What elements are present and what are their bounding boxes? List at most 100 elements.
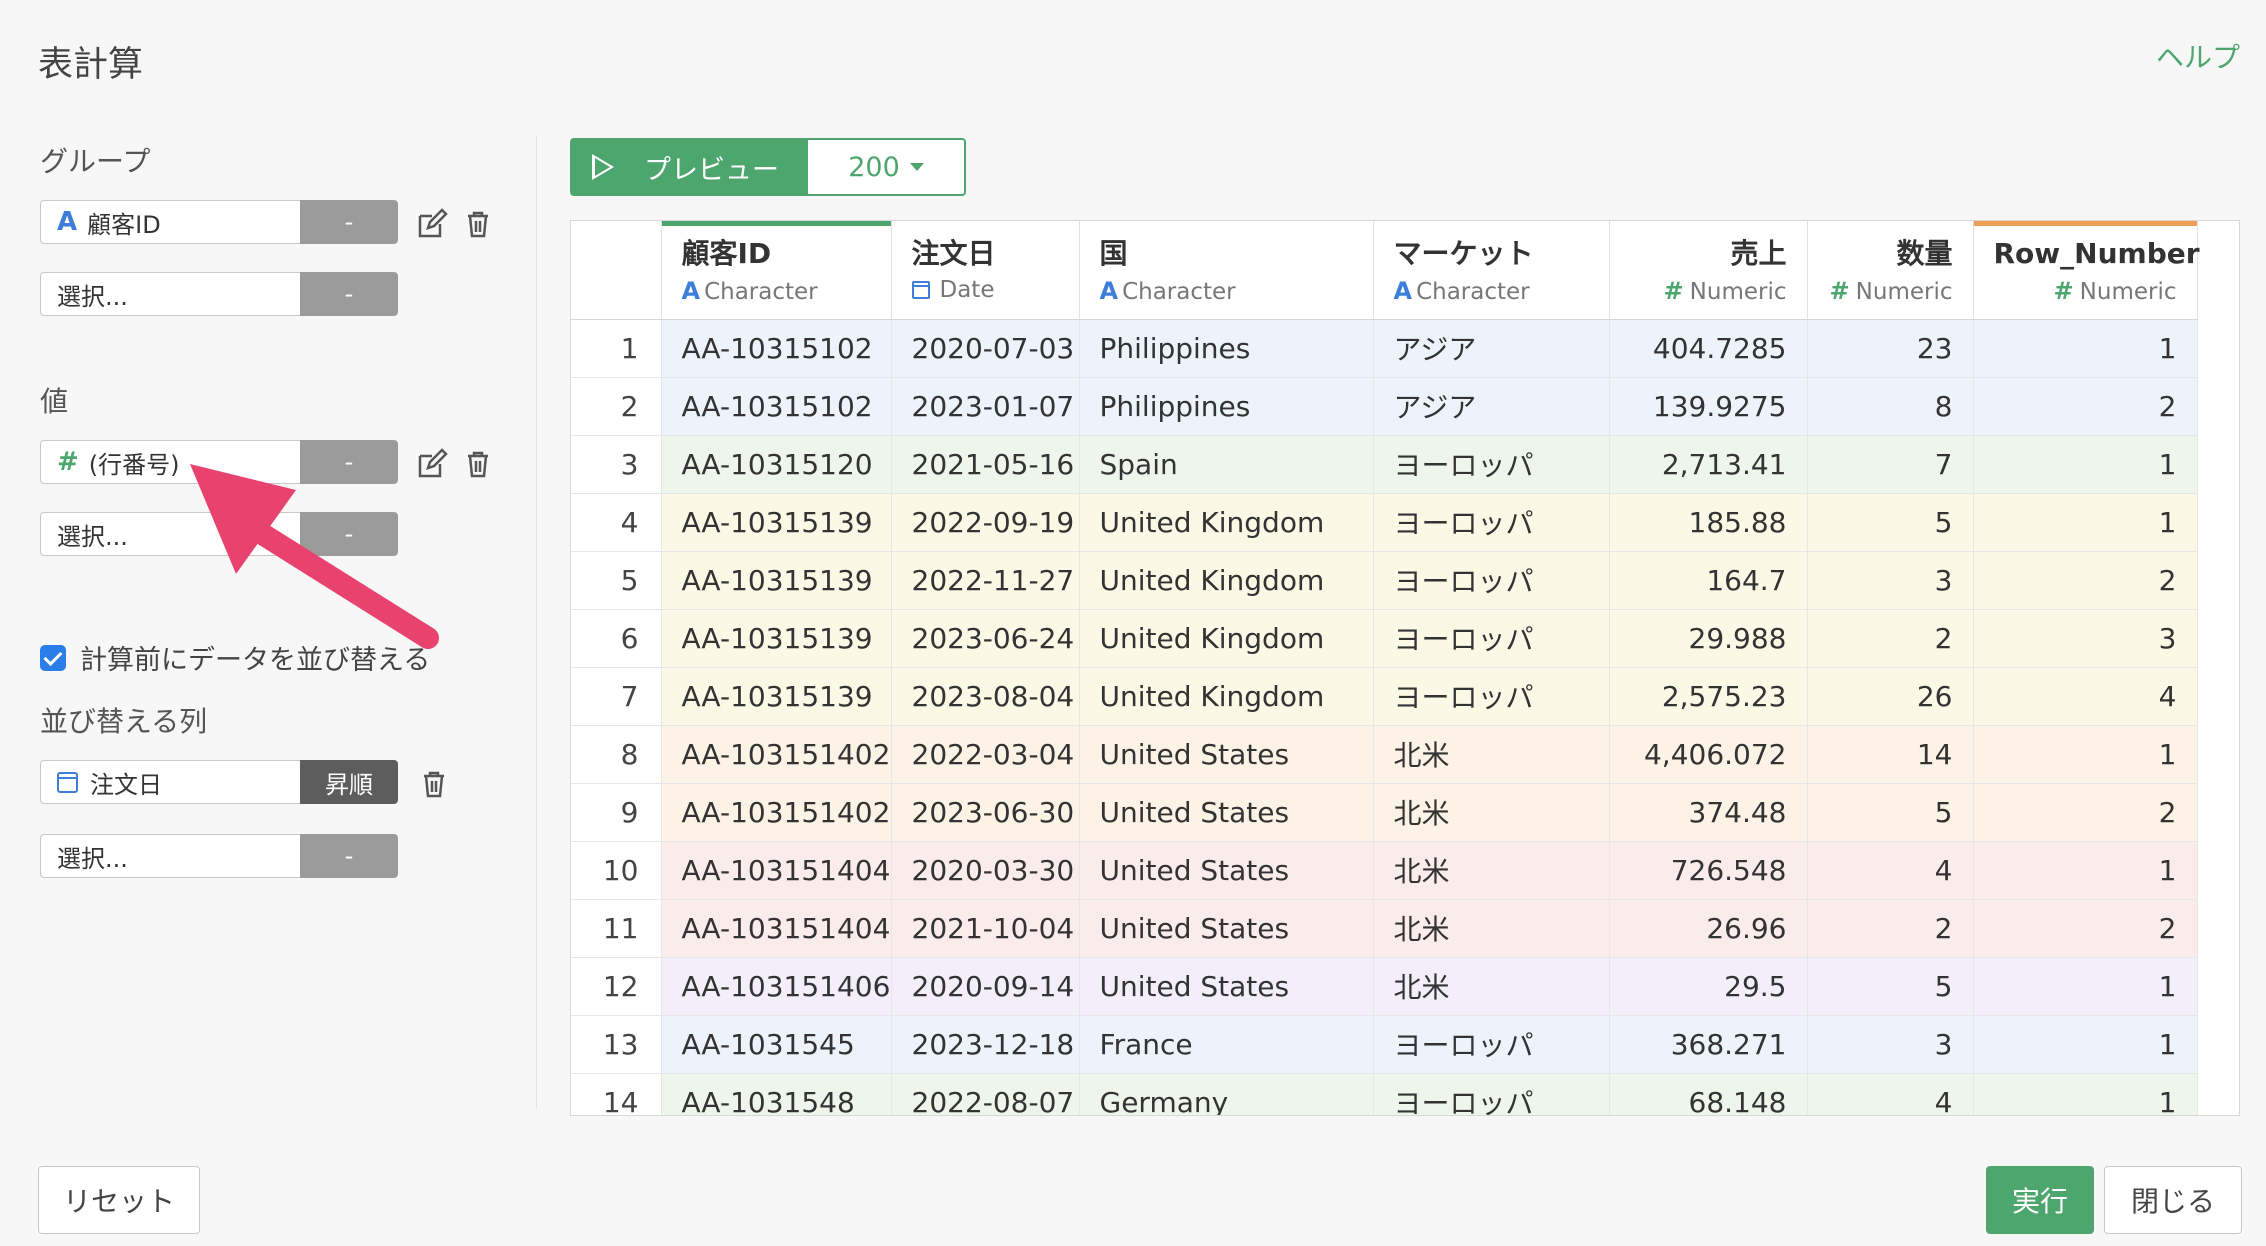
table-cell: 4 xyxy=(1973,667,2198,726)
value-select-input[interactable]: 選択... xyxy=(40,512,300,556)
table-row: 5 AA-10315139 2022-11-27 United Kingdom ヨーロッ… xyxy=(571,551,2198,610)
sort-select-input[interactable]: 選択... xyxy=(40,834,300,878)
table-cell: 1 xyxy=(1973,1015,2198,1074)
numeric-type-icon: # xyxy=(1663,276,1684,305)
table-cell: United States xyxy=(1079,725,1374,784)
table-cell: 北米 xyxy=(1373,957,1610,1016)
table-cell: 4,406.072 xyxy=(1609,725,1808,784)
table-row: 2 AA-10315102 2023-01-07 Philippines アジア 139.… xyxy=(571,377,2198,436)
row-index: 5 xyxy=(571,551,662,610)
row-index: 6 xyxy=(571,609,662,668)
panel-divider xyxy=(536,136,537,1108)
table-cell: France xyxy=(1079,1015,1374,1074)
column-header[interactable]: マーケット A Character xyxy=(1373,221,1610,320)
value-remove-button[interactable]: - xyxy=(300,440,398,484)
table-cell: 1 xyxy=(1973,319,2198,378)
edit-icon[interactable] xyxy=(416,448,448,480)
caret-down-icon xyxy=(909,163,924,171)
table-cell: 164.7 xyxy=(1609,551,1808,610)
close-button[interactable]: 閉じる xyxy=(2104,1166,2242,1234)
table-cell: 29.988 xyxy=(1609,609,1808,668)
sort-field[interactable]: 注文日 xyxy=(40,760,300,804)
column-header-new[interactable]: Row_Number # Numeric xyxy=(1973,221,2200,320)
group-field-selector-empty[interactable]: 選択... - xyxy=(40,272,398,316)
table-cell: AA-10315102 xyxy=(661,377,892,436)
column-header[interactable]: 数量 # Numeric xyxy=(1807,221,1974,320)
group-remove-button[interactable]: - xyxy=(300,200,398,244)
table-row: 10 AA-103151404 2020-03-30 United States 北米 7… xyxy=(571,841,2198,900)
sort-field-selector-empty[interactable]: 選択... - xyxy=(40,834,398,878)
sort-remove-button-2[interactable]: - xyxy=(300,834,398,878)
table-cell: 北米 xyxy=(1373,783,1610,842)
sort-order-button[interactable]: 昇順 xyxy=(300,760,398,804)
value-field[interactable]: # (行番号) xyxy=(40,440,300,484)
preview-count-dropdown[interactable]: 200 xyxy=(808,138,966,196)
table-cell: 2023-06-30 xyxy=(891,783,1080,842)
value-field-selector-empty[interactable]: 選択... - xyxy=(40,512,398,556)
calendar-icon xyxy=(57,771,78,793)
table-cell: 2 xyxy=(1973,551,2198,610)
group-field[interactable]: A 顧客ID xyxy=(40,200,300,244)
group-label: グループ xyxy=(40,145,151,178)
table-cell: 4 xyxy=(1807,841,1974,900)
sort-field-selector[interactable]: 注文日 昇順 xyxy=(40,760,398,804)
table-cell: 5 xyxy=(1807,957,1974,1016)
table-cell: 2,575.23 xyxy=(1609,667,1808,726)
help-link[interactable]: ヘルプ xyxy=(2156,36,2240,76)
character-type-icon: A xyxy=(1099,276,1119,305)
table-cell: Germany xyxy=(1079,1073,1374,1115)
table-cell: ヨーロッパ xyxy=(1373,609,1610,668)
table-cell: ヨーロッパ xyxy=(1373,1073,1610,1115)
trash-icon[interactable] xyxy=(462,208,494,240)
table-cell: 北米 xyxy=(1373,841,1610,900)
table-cell: 3 xyxy=(1807,551,1974,610)
edit-icon[interactable] xyxy=(416,208,448,240)
column-header[interactable]: 国 A Character xyxy=(1079,221,1374,320)
table-cell: 3 xyxy=(1973,609,2198,668)
table-cell: 2022-08-07 xyxy=(891,1073,1080,1115)
column-header[interactable]: 売上 # Numeric xyxy=(1609,221,1808,320)
row-index: 4 xyxy=(571,493,662,552)
table-cell: AA-103151404 xyxy=(661,841,892,900)
table-cell: ヨーロッパ xyxy=(1373,493,1610,552)
trash-icon[interactable] xyxy=(462,448,494,480)
value-label: 値 xyxy=(40,385,69,418)
run-button[interactable]: 実行 xyxy=(1986,1166,2094,1234)
table-cell: United States xyxy=(1079,783,1374,842)
table-header-row: 顧客ID A Character 注文日 Date 国 A Character マー… xyxy=(571,221,2200,320)
value-remove-button-2[interactable]: - xyxy=(300,512,398,556)
value-field-selector[interactable]: # (行番号) - xyxy=(40,440,398,484)
table-cell: 139.9275 xyxy=(1609,377,1808,436)
column-header[interactable]: 顧客ID A Character xyxy=(661,221,892,320)
table-cell: 726.548 xyxy=(1609,841,1808,900)
preview-table[interactable]: 顧客ID A Character 注文日 Date 国 A Character マー… xyxy=(570,220,2240,1116)
group-select-input[interactable]: 選択... xyxy=(40,272,300,316)
table-cell: 1 xyxy=(1973,1073,2198,1115)
table-row: 8 AA-103151402 2022-03-04 United States 北米 4,… xyxy=(571,725,2198,784)
column-header[interactable]: 注文日 Date xyxy=(891,221,1080,320)
value-field-value: (行番号) xyxy=(88,450,180,479)
table-cell: AA-103151402 xyxy=(661,725,892,784)
numeric-type-icon: # xyxy=(2053,276,2074,305)
preview-button[interactable]: プレビュー xyxy=(570,138,808,196)
row-index: 3 xyxy=(571,435,662,494)
table-cell: AA-10315120 xyxy=(661,435,892,494)
table-cell: AA-10315139 xyxy=(661,493,892,552)
reset-button[interactable]: リセット xyxy=(38,1166,200,1234)
table-cell: アジア xyxy=(1373,319,1610,378)
table-cell: 2022-11-27 xyxy=(891,551,1080,610)
table-cell: 2023-08-04 xyxy=(891,667,1080,726)
table-cell: 2020-09-14 xyxy=(891,957,1080,1016)
group-field-selector[interactable]: A 顧客ID - xyxy=(40,200,398,244)
trash-icon[interactable] xyxy=(418,768,450,800)
calendar-icon xyxy=(911,280,930,299)
table-cell: 1 xyxy=(1973,435,2198,494)
table-cell: 2 xyxy=(1807,899,1974,958)
table-cell: 2 xyxy=(1973,377,2198,436)
table-cell: United States xyxy=(1079,957,1374,1016)
numeric-type-icon: # xyxy=(57,447,79,477)
checkbox-checked-icon[interactable] xyxy=(40,644,66,671)
table-cell: AA-10315102 xyxy=(661,319,892,378)
sort-before-calc-checkbox[interactable]: 計算前にデータを並び替える xyxy=(40,638,430,677)
group-remove-button-2[interactable]: - xyxy=(300,272,398,316)
